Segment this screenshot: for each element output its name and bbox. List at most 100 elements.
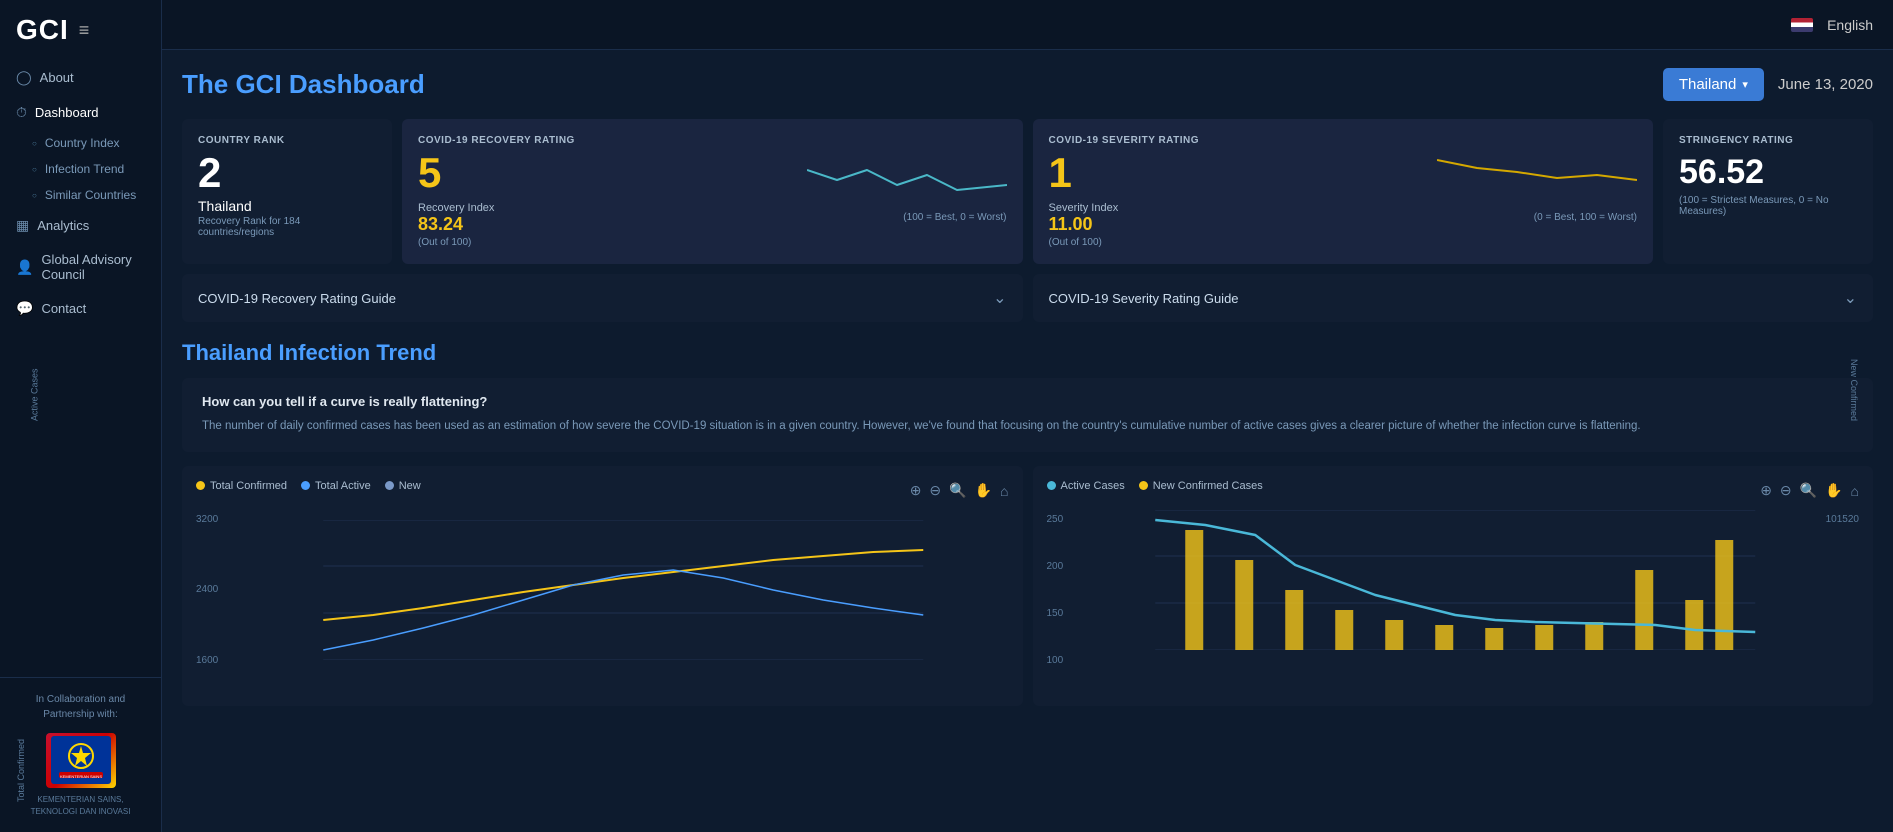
severity-label: COVID-19 SEVERITY RATING bbox=[1049, 135, 1638, 146]
legend-label-new-confirmed: New Confirmed Cases bbox=[1153, 480, 1263, 492]
sidebar-item-global-advisory[interactable]: 👤 Global Advisory Council bbox=[0, 243, 161, 291]
y2-label-100: 100 bbox=[1047, 655, 1079, 666]
stringency-sub: (100 = Strictest Measures, 0 = No Measur… bbox=[1679, 195, 1857, 217]
recovery-guide-dropdown[interactable]: COVID-19 Recovery Rating Guide ⌄ bbox=[182, 274, 1023, 322]
sidebar-label-about: About bbox=[40, 70, 74, 85]
chart2-toolbar: ⊕ ⊖ 🔍 ✋ ⌂ bbox=[1760, 482, 1859, 499]
sidebar-item-similar-countries[interactable]: Similar Countries bbox=[0, 182, 161, 208]
y2-right-label-20: 20 bbox=[1848, 514, 1859, 666]
sidebar-item-analytics[interactable]: ▦ Analytics bbox=[0, 208, 161, 243]
reset-icon[interactable]: ⌂ bbox=[1000, 483, 1008, 499]
zoom-in-icon-2[interactable]: ⊕ bbox=[1760, 482, 1772, 499]
pan-icon-2[interactable]: ✋ bbox=[1825, 482, 1842, 499]
country-selector[interactable]: Thailand ▾ bbox=[1663, 68, 1764, 101]
sidebar: GCI ≡ ◯ About ⏱ Dashboard Country Index … bbox=[0, 0, 162, 832]
y2-label-250: 250 bbox=[1047, 514, 1079, 525]
collab-ministry: KEMENTERIAN SAINS,TEKNOLOGI DAN INOVASI bbox=[16, 794, 145, 818]
charts-row: Total Confirmed Total Active New ⊕ bbox=[182, 466, 1873, 706]
chart1-area bbox=[238, 510, 1009, 670]
chart1-legend: Total Confirmed Total Active New bbox=[196, 480, 421, 492]
sidebar-sub-nav: Country Index Infection Trend Similar Co… bbox=[0, 130, 161, 208]
y2-label-200: 200 bbox=[1047, 561, 1079, 572]
sidebar-item-contact[interactable]: 💬 Contact bbox=[0, 291, 161, 326]
recovery-index-label: Recovery Index bbox=[418, 202, 494, 214]
sidebar-logo: GCI ≡ bbox=[0, 0, 161, 60]
sidebar-item-dashboard[interactable]: ⏱ Dashboard bbox=[0, 95, 161, 130]
collaboration-text: In Collaboration and Partnership with: bbox=[36, 694, 126, 720]
reset-icon-2[interactable]: ⌂ bbox=[1851, 483, 1859, 499]
sidebar-item-about[interactable]: ◯ About bbox=[0, 60, 161, 95]
legend-dot-active bbox=[301, 481, 310, 490]
severity-guide-chevron-icon: ⌄ bbox=[1844, 288, 1857, 308]
contact-icon: 💬 bbox=[16, 300, 33, 317]
chart2-y-axis-left: 250 200 150 100 bbox=[1047, 510, 1079, 670]
country-rank-card: COUNTRY RANK 2 Thailand Recovery Rank fo… bbox=[182, 119, 392, 264]
sidebar-item-infection-trend[interactable]: Infection Trend bbox=[0, 156, 161, 182]
search-icon-2[interactable]: 🔍 bbox=[1800, 482, 1817, 499]
legend-label-new: New bbox=[399, 480, 421, 492]
stringency-value: 56.52 bbox=[1679, 154, 1857, 191]
dashboard-header: The GCI Dashboard Thailand ▾ June 13, 20… bbox=[182, 68, 1873, 101]
trend-section-title: Thailand Infection Trend bbox=[182, 340, 1873, 366]
collab-logo: KEMENTERIAN SAINS bbox=[41, 730, 121, 790]
legend-label-confirmed: Total Confirmed bbox=[210, 480, 287, 492]
severity-guide-dropdown[interactable]: COVID-19 Severity Rating Guide ⌄ bbox=[1033, 274, 1874, 322]
about-icon: ◯ bbox=[16, 69, 32, 86]
recovery-label: COVID-19 RECOVERY RATING bbox=[418, 135, 1007, 146]
analytics-icon: ▦ bbox=[16, 217, 29, 234]
legend-dot-active-cases bbox=[1047, 481, 1056, 490]
hamburger-menu[interactable]: ≡ bbox=[79, 20, 90, 41]
legend-dot-confirmed bbox=[196, 481, 205, 490]
recovery-index-value: 83.24 bbox=[418, 214, 494, 235]
sidebar-label-similar-countries: Similar Countries bbox=[45, 188, 136, 202]
legend-active-cases: Active Cases bbox=[1047, 480, 1125, 492]
y-label-2400: 2400 bbox=[196, 584, 232, 595]
recovery-guide-chevron-icon: ⌄ bbox=[993, 288, 1006, 308]
info-question: How can you tell if a curve is really fl… bbox=[202, 394, 1853, 409]
language-label[interactable]: English bbox=[1827, 17, 1873, 33]
sidebar-label-dashboard: Dashboard bbox=[35, 105, 99, 120]
selected-country: Thailand bbox=[1679, 76, 1737, 93]
stringency-label: STRINGENCY RATING bbox=[1679, 135, 1857, 146]
zoom-out-icon-2[interactable]: ⊖ bbox=[1780, 482, 1792, 499]
recovery-chart-note: (100 = Best, 0 = Worst) bbox=[903, 212, 1006, 223]
rank-value: 2 bbox=[198, 150, 376, 196]
legend-total-confirmed: Total Confirmed bbox=[196, 480, 287, 492]
sidebar-nav: ◯ About ⏱ Dashboard Country Index Infect… bbox=[0, 60, 161, 677]
legend-total-active: Total Active bbox=[301, 480, 371, 492]
stat-cards-row: COUNTRY RANK 2 Thailand Recovery Rank fo… bbox=[182, 119, 1873, 264]
search-icon[interactable]: 🔍 bbox=[949, 482, 966, 499]
zoom-in-icon[interactable]: ⊕ bbox=[910, 482, 922, 499]
flag-icon bbox=[1791, 18, 1813, 32]
info-box: How can you tell if a curve is really fl… bbox=[182, 378, 1873, 451]
legend-dot-new bbox=[385, 481, 394, 490]
pan-icon[interactable]: ✋ bbox=[975, 482, 992, 499]
chart2-area bbox=[1085, 510, 1826, 670]
chart-active-card: Active Cases New Confirmed Cases ⊕ ⊖ 🔍 ✋… bbox=[1033, 466, 1874, 706]
severity-index-value: 11.00 bbox=[1049, 214, 1119, 235]
y2-label-150: 150 bbox=[1047, 608, 1079, 619]
zoom-out-icon[interactable]: ⊖ bbox=[929, 482, 941, 499]
topbar: English bbox=[162, 0, 1893, 50]
severity-value: 1 bbox=[1049, 150, 1119, 196]
chart1-toolbar: ⊕ ⊖ 🔍 ✋ ⌂ bbox=[910, 482, 1009, 499]
recovery-value: 5 bbox=[418, 150, 494, 196]
y-label-3200: 3200 bbox=[196, 514, 232, 525]
chart1-y-axis: 3200 2400 1600 bbox=[196, 510, 232, 670]
chart2-legend: Active Cases New Confirmed Cases bbox=[1047, 480, 1263, 492]
header-right: Thailand ▾ June 13, 2020 bbox=[1663, 68, 1873, 101]
y-label-1600: 1600 bbox=[196, 655, 232, 666]
info-description: The number of daily confirmed cases has … bbox=[202, 417, 1853, 435]
guide-row: COVID-19 Recovery Rating Guide ⌄ COVID-1… bbox=[182, 274, 1873, 322]
severity-index-sub: (Out of 100) bbox=[1049, 237, 1119, 248]
rank-sub: Recovery Rank for 184 countries/regions bbox=[198, 216, 376, 238]
chart1-svg bbox=[238, 520, 1009, 660]
sidebar-label-country-index: Country Index bbox=[45, 136, 120, 150]
sidebar-label-contact: Contact bbox=[41, 301, 86, 316]
severity-card: COVID-19 SEVERITY RATING 1 Severity Inde… bbox=[1033, 119, 1654, 264]
sidebar-label-global-advisory: Global Advisory Council bbox=[41, 252, 145, 282]
sidebar-label-infection-trend: Infection Trend bbox=[45, 162, 124, 176]
main-content: English The GCI Dashboard Thailand ▾ Jun… bbox=[162, 0, 1893, 832]
svg-text:KEMENTERIAN SAINS: KEMENTERIAN SAINS bbox=[59, 774, 101, 779]
sidebar-item-country-index[interactable]: Country Index bbox=[0, 130, 161, 156]
